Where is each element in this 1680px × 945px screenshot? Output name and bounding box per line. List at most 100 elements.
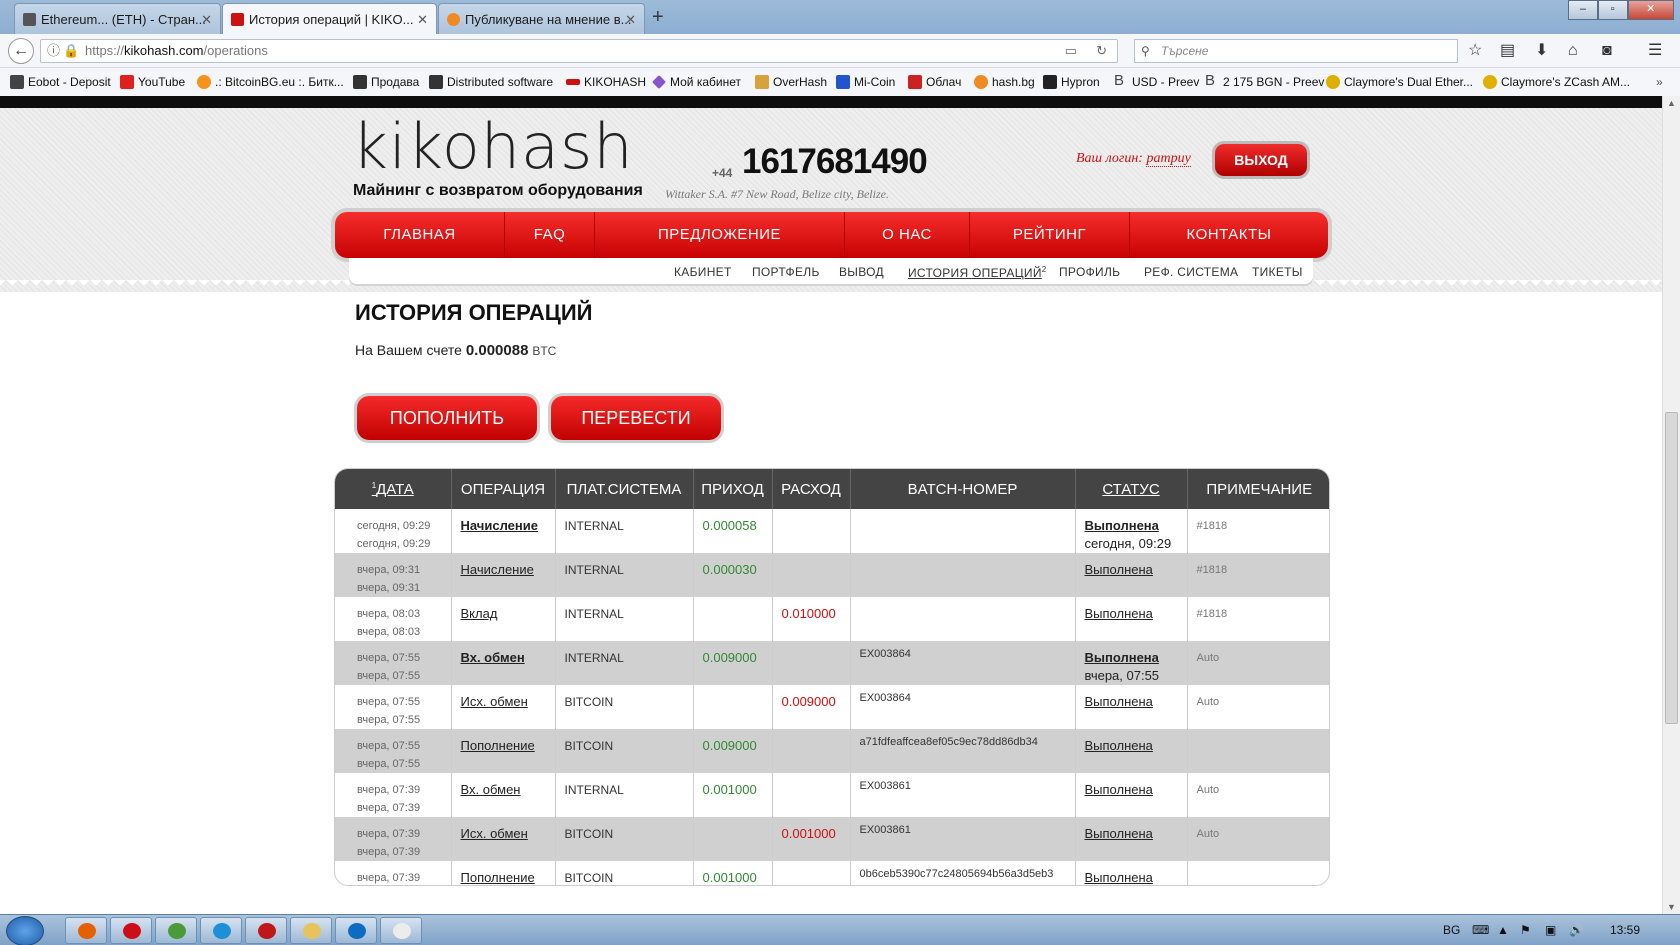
operation-link[interactable]: Исх. обмен: [451, 817, 556, 861]
operation-link[interactable]: Исх. обмен: [451, 685, 556, 729]
operation-link[interactable]: Вх. обмен: [451, 641, 556, 685]
close-tab-icon[interactable]: ✕: [625, 4, 636, 34]
taskbar-firefox-button[interactable]: [65, 917, 107, 944]
status-link[interactable]: Выполнена: [1085, 782, 1153, 797]
menu-item-faq[interactable]: FAQ: [505, 212, 595, 258]
bookmark-item[interactable]: Eobot - Deposit: [10, 74, 111, 90]
browser-tab[interactable]: Публикуване на мнение в... ✕: [438, 3, 645, 34]
language-indicator[interactable]: BG: [1443, 923, 1460, 937]
taskbar-internet-explorer-button[interactable]: [200, 917, 242, 944]
status-link[interactable]: Выполнена: [1085, 606, 1153, 621]
home-icon[interactable]: ⌂: [1568, 34, 1578, 68]
bookmark-star-icon[interactable]: ☆: [1468, 34, 1482, 68]
bookmark-label: Мой кабинет: [670, 75, 742, 89]
submenu-profile[interactable]: ПРОФИЛЬ: [1059, 265, 1120, 279]
taskbar-kikohash-app-button[interactable]: [245, 917, 287, 944]
scrollbar-thumb[interactable]: [1665, 412, 1678, 724]
operation-link[interactable]: Вклад: [451, 597, 556, 641]
bookmark-item[interactable]: KIKOHASH: [566, 74, 646, 90]
tray-expand-icon[interactable]: ▲: [1497, 923, 1509, 937]
bookmark-item[interactable]: Mi-Coin: [836, 74, 895, 90]
status-link[interactable]: Выполнена: [1085, 870, 1153, 885]
close-window-icon[interactable]: ✕: [1627, 0, 1674, 20]
reload-icon[interactable]: ↻: [1096, 40, 1107, 62]
balance-unit: BTC: [532, 344, 557, 358]
column-header-status[interactable]: СТАТУС: [1075, 469, 1188, 509]
bookmark-item[interactable]: Claymore's ZCash AM...: [1483, 74, 1630, 90]
topup-button[interactable]: ПОПОЛНИТЬ: [357, 396, 537, 440]
keyboard-icon[interactable]: ⌨: [1472, 923, 1489, 937]
browser-tab-active[interactable]: История операций | KIKO... ✕: [222, 3, 437, 34]
bookmark-item[interactable]: hash.bg: [974, 74, 1035, 90]
submenu-tickets[interactable]: ТИКЕТЫ: [1252, 265, 1303, 279]
bookmark-item[interactable]: Продава: [353, 74, 419, 90]
network-icon[interactable]: ▣: [1545, 923, 1556, 937]
new-tab-icon[interactable]: +: [652, 4, 664, 30]
status-link[interactable]: Выполнена: [1085, 826, 1153, 841]
bookmark-item[interactable]: B 2 175 BGN - Preev: [1205, 73, 1324, 90]
browser-tab[interactable]: Ethereum... (ETH) - Стран... ✕: [14, 3, 221, 34]
operation-link[interactable]: Начисление: [451, 553, 556, 597]
bookmark-item[interactable]: OverHash: [755, 74, 827, 90]
search-input[interactable]: ⚲ Търсене: [1134, 39, 1458, 63]
close-tab-icon[interactable]: ✕: [417, 4, 428, 34]
start-button[interactable]: [6, 916, 44, 945]
submenu-withdraw[interactable]: ВЫВОД: [839, 265, 884, 279]
bookmark-item[interactable]: Distributed software: [429, 74, 553, 90]
taskbar-chrome-button[interactable]: [155, 917, 197, 944]
pocket-icon[interactable]: ◙: [1602, 34, 1612, 68]
bookmark-item[interactable]: .: BitcoinBG.eu :. Битк...: [197, 74, 344, 90]
bookmarks-overflow-icon[interactable]: »: [1656, 74, 1663, 90]
menu-item-about[interactable]: О НАС: [845, 212, 970, 258]
bookmark-item[interactable]: B USD - Preev: [1114, 73, 1199, 90]
submenu-portfolio[interactable]: ПОРТФЕЛЬ: [752, 265, 820, 279]
maximize-icon[interactable]: ▫: [1597, 0, 1628, 20]
reader-view-icon[interactable]: ▭: [1065, 40, 1077, 62]
status-link[interactable]: Выполнена: [1085, 650, 1159, 665]
page-scrollbar[interactable]: ▲ ▼: [1662, 96, 1680, 914]
operation-link[interactable]: Начисление: [451, 509, 556, 553]
library-icon[interactable]: ▤: [1500, 34, 1515, 68]
bookmark-item[interactable]: YouTube: [120, 74, 185, 90]
back-icon[interactable]: ←: [8, 38, 34, 64]
login-user-link[interactable]: pampuy: [1146, 151, 1191, 167]
menu-item-offer[interactable]: ПРЕДЛОЖЕНИЕ: [595, 212, 845, 258]
site-logo[interactable]: kikohash: [352, 112, 634, 182]
taskbar-opera-button[interactable]: [110, 917, 152, 944]
operation-link[interactable]: Пополнение: [451, 861, 556, 885]
clock[interactable]: 13:59: [1610, 923, 1640, 937]
bookmark-item[interactable]: Hypron: [1043, 74, 1100, 90]
scroll-down-icon[interactable]: ▼: [1663, 902, 1680, 912]
operation-link[interactable]: Пополнение: [451, 729, 556, 773]
menu-item-home[interactable]: ГЛАВНАЯ: [335, 212, 505, 258]
column-header-date[interactable]: 1ДАТА: [335, 469, 452, 509]
column-header-income: ПРИХОД: [693, 469, 773, 509]
volume-icon[interactable]: 🔊: [1569, 923, 1584, 937]
bookmark-item[interactable]: Claymore's Dual Ether...: [1326, 74, 1473, 90]
menu-item-rating[interactable]: РЕЙТИНГ: [970, 212, 1130, 258]
action-center-flag-icon[interactable]: ⚑: [1520, 923, 1531, 937]
status-link[interactable]: Выполнена: [1085, 694, 1153, 709]
bookmark-item[interactable]: Мой кабинет: [652, 74, 741, 90]
submenu-cabinet[interactable]: КАБИНЕТ: [674, 265, 732, 279]
submenu-history[interactable]: ИСТОРИЯ ОПЕРАЦИЙ2: [908, 265, 1047, 280]
bookmark-item[interactable]: Облач: [908, 74, 961, 90]
status-link[interactable]: Выполнена: [1085, 738, 1153, 753]
logout-button[interactable]: ВЫХОД: [1215, 144, 1307, 176]
taskbar-teamviewer-button[interactable]: [335, 917, 377, 944]
operation-link[interactable]: Вх. обмен: [451, 773, 556, 817]
transfer-button[interactable]: ПЕРЕВЕСТИ: [551, 396, 721, 440]
menu-item-contacts[interactable]: КОНТАКТЫ: [1130, 212, 1328, 258]
status-link[interactable]: Выполнена: [1085, 518, 1159, 533]
cell-income: 0.000058: [693, 509, 773, 553]
scroll-up-icon[interactable]: ▲: [1663, 98, 1680, 108]
menu-icon[interactable]: ☰: [1648, 34, 1662, 68]
minimize-icon[interactable]: –: [1568, 0, 1598, 20]
status-link[interactable]: Выполнена: [1085, 562, 1153, 577]
taskbar-explorer-button[interactable]: [290, 917, 332, 944]
submenu-referral[interactable]: РЕФ. СИСТЕМА: [1144, 265, 1238, 279]
close-tab-icon[interactable]: ✕: [201, 4, 212, 34]
address-bar[interactable]: ⓘ 🔒 https://kikohash.com/operations ▭ ↻: [40, 39, 1118, 63]
download-icon[interactable]: ⬇: [1535, 34, 1548, 68]
taskbar-notepad-button[interactable]: [380, 917, 422, 944]
